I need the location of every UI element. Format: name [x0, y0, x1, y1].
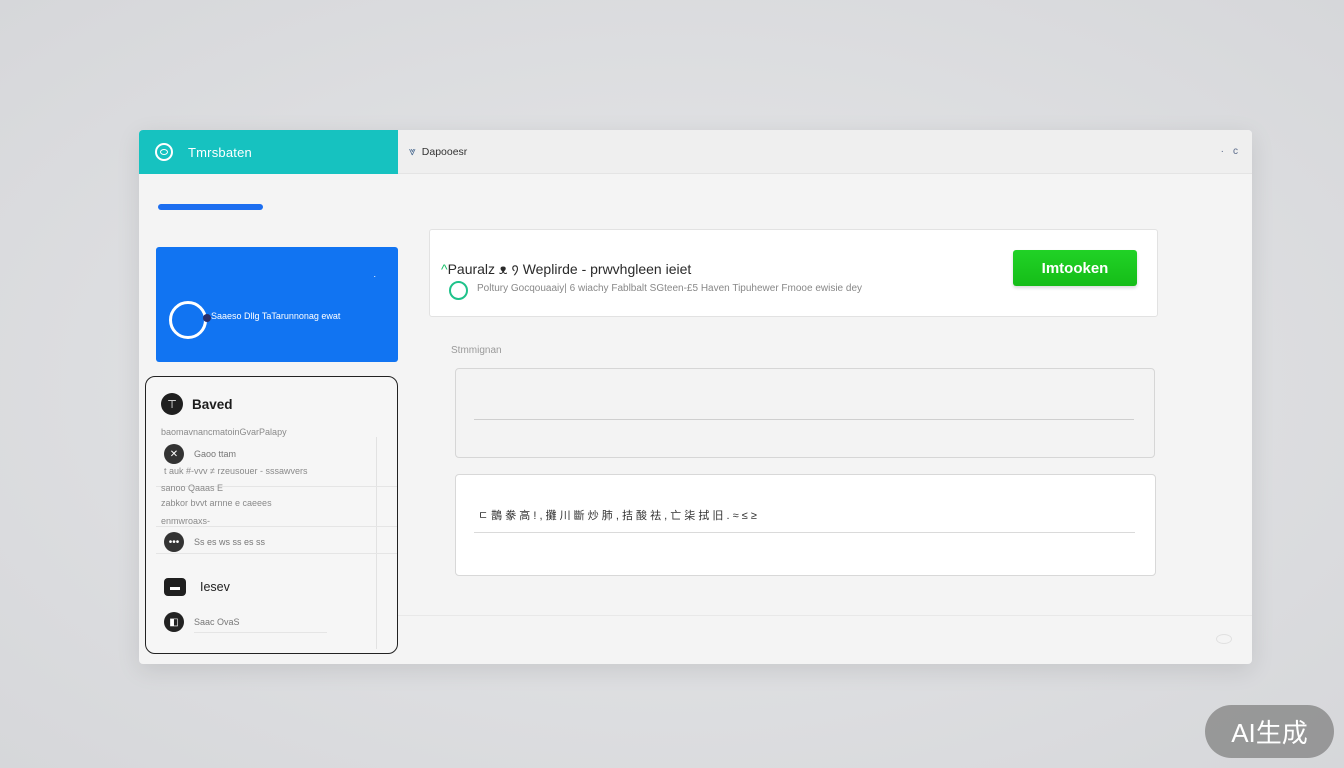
list-item[interactable]: enmwroaxs- — [161, 516, 210, 526]
section-label: Stmmignan — [451, 345, 502, 356]
scrollbar[interactable] — [376, 437, 377, 649]
refresh-icon[interactable]: c — [1233, 146, 1238, 157]
list-item[interactable]: ••• Ss es ws ss es ss — [164, 532, 265, 552]
dots-icon: ••• — [164, 532, 184, 552]
card-dot: . — [373, 269, 376, 279]
footer-divider — [398, 615, 1252, 616]
progress-indicator — [158, 204, 263, 210]
saved-panel: ⊤ Baved baomavnancmatoinGvarPalapy ✕ Gao… — [145, 376, 398, 654]
caret-icon: ^ — [441, 261, 448, 277]
brand-tab[interactable]: Tmrsbaten — [139, 130, 398, 174]
saved-subtitle: baomavnancmatoinGvarPalapy — [161, 427, 287, 437]
list-item[interactable]: ◧ Saac OvaS — [164, 612, 240, 632]
list-item[interactable]: t auk #-vvv ≠ rzeusouer - sssawvers — [164, 466, 307, 476]
cross-icon: ✕ — [164, 444, 184, 464]
promo-banner: ^Pauralz ᴥ ᠀ Weplirde - prwvhgleen ieiet… — [429, 229, 1158, 317]
promo-headline: ^Pauralz ᴥ ᠀ Weplirde - prwvhgleen ieiet — [441, 261, 692, 277]
menu-dot-icon[interactable]: · — [1221, 146, 1224, 157]
app-window: Tmrsbaten ⩔ Dapooesr · c . Saaeso Dllg T… — [139, 130, 1252, 664]
divider — [156, 526, 397, 527]
list-item[interactable]: ✕ Gaoo ttam — [164, 444, 236, 464]
eye-logo-icon — [155, 143, 173, 161]
radio-button[interactable] — [449, 281, 468, 300]
list-item[interactable]: sanoo Qaaas E — [161, 483, 223, 493]
list-item[interactable]: zabkor bvvt arnne e caeees — [161, 498, 272, 508]
topbar-label[interactable]: Dapooesr — [422, 146, 468, 158]
cta-button[interactable]: Imtooken — [1013, 250, 1137, 286]
anchor-icon: ⊤ — [161, 393, 183, 415]
topbar-controls: · c — [1221, 146, 1238, 157]
divider — [194, 632, 327, 633]
brand-title: Tmrsbaten — [188, 144, 252, 160]
field-underline — [474, 532, 1135, 533]
text-area[interactable]: ㄷ 鵲 豢 高 ! , 攤 川 斷 炒 肺 , 拮 酸 祛 , 亡 柒 拭 旧 … — [455, 474, 1156, 576]
card-label: Saaeso Dllg TaTarunnonag ewat — [211, 311, 341, 321]
filter-icon[interactable]: ⩔ — [409, 144, 416, 159]
promo-subtext: Poltury Gocqouaaiy| 6 wiachy Fablbalt SG… — [477, 283, 863, 294]
top-bar: ⩔ Dapooesr · c — [398, 130, 1252, 174]
saved-title: Baved — [192, 396, 233, 412]
text-content: ㄷ 鵲 豢 高 ! , 攤 川 斷 炒 肺 , 拮 酸 祛 , 亡 柒 拭 旧 … — [478, 510, 757, 522]
loading-ring-icon — [169, 301, 211, 339]
saved-header[interactable]: ⊤ Baved — [161, 393, 233, 415]
input-field[interactable] — [455, 368, 1155, 458]
divider — [156, 553, 397, 554]
ai-generated-badge: AI生成 — [1205, 705, 1334, 758]
archive-icon: ▬ — [164, 578, 186, 596]
profile-card[interactable]: . Saaeso Dllg TaTarunnonag ewat — [156, 247, 398, 362]
cube-icon: ◧ — [164, 612, 184, 632]
chat-icon[interactable] — [1216, 634, 1232, 644]
section-header[interactable]: ▬ Iesev — [164, 578, 230, 596]
field-underline — [474, 419, 1134, 420]
